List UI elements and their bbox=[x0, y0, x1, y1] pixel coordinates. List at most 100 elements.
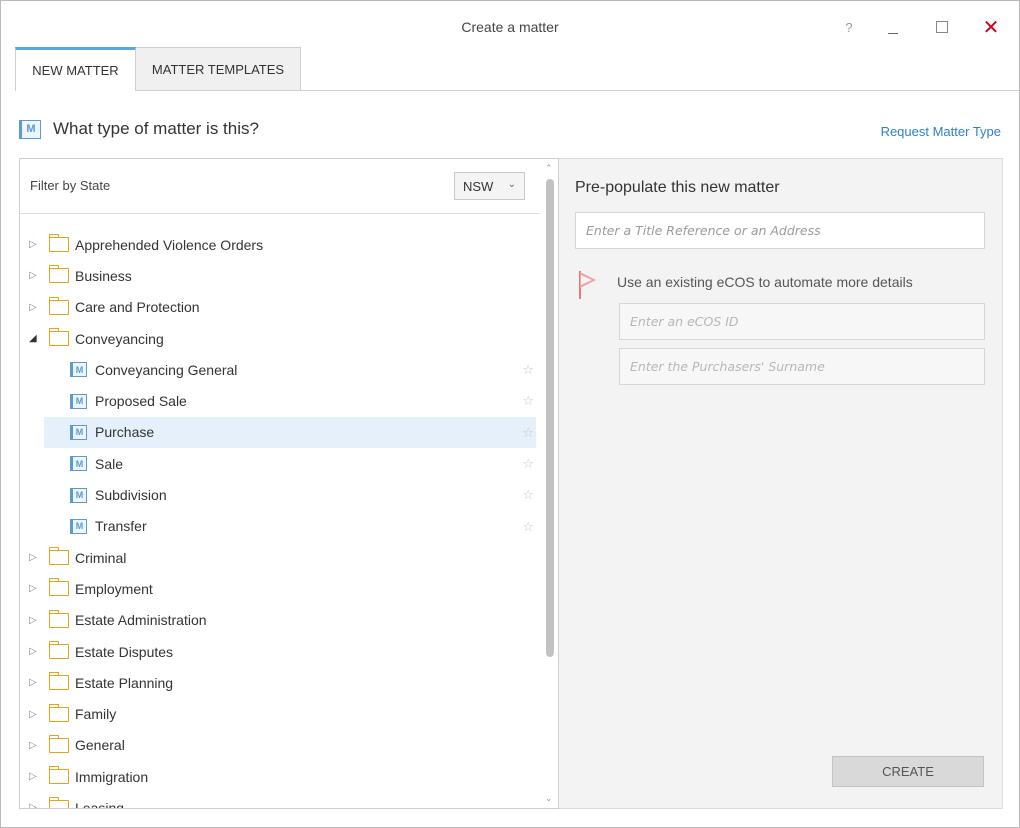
star-icon[interactable]: ☆ bbox=[522, 487, 534, 503]
tree-scrollbar[interactable]: ⌃ ⌄ bbox=[541, 159, 558, 808]
folder-icon bbox=[48, 578, 69, 597]
flag-icon bbox=[577, 271, 599, 299]
category-label: Criminal bbox=[75, 549, 127, 566]
matter-type-label: Conveyancing General bbox=[95, 361, 238, 378]
expand-arrow-icon[interactable]: ▷ bbox=[29, 646, 41, 657]
purchaser-surname-input[interactable]: Enter the Purchasers' Surname bbox=[619, 348, 985, 385]
folder-icon bbox=[48, 672, 69, 691]
folder-icon bbox=[48, 797, 69, 808]
matter-type-panel: Filter by State NSW ⌄ ▷ Apprehended Viol… bbox=[19, 158, 559, 809]
filter-row: Filter by State NSW ⌄ bbox=[20, 159, 540, 214]
tree-category[interactable]: ▷ Apprehended Violence Orders bbox=[20, 229, 540, 260]
expand-arrow-icon[interactable]: ▷ bbox=[29, 302, 41, 313]
matter-icon: M bbox=[70, 518, 87, 534]
window-title: Create a matter bbox=[461, 19, 559, 35]
matter-type-label: Transfer bbox=[95, 518, 147, 535]
category-label: Estate Planning bbox=[75, 674, 174, 691]
folder-icon bbox=[48, 547, 69, 566]
folder-icon bbox=[48, 234, 69, 253]
tree-category[interactable]: ▷ Estate Disputes bbox=[20, 636, 540, 667]
matter-type-label: Purchase bbox=[95, 424, 155, 441]
matter-type-heading: M What type of matter is this? bbox=[19, 119, 259, 139]
scroll-down-icon[interactable]: ⌄ bbox=[545, 793, 553, 804]
star-icon[interactable]: ☆ bbox=[522, 393, 534, 409]
star-icon[interactable]: ☆ bbox=[522, 519, 534, 535]
category-label: Business bbox=[75, 267, 132, 284]
folder-icon bbox=[48, 734, 69, 753]
scroll-up-icon[interactable]: ⌃ bbox=[545, 163, 553, 174]
star-icon[interactable]: ☆ bbox=[522, 456, 534, 472]
tree-category[interactable]: ▷ Immigration bbox=[20, 761, 540, 792]
star-icon[interactable]: ☆ bbox=[522, 362, 534, 378]
tree-category[interactable]: ▷ Care and Protection bbox=[20, 292, 540, 323]
page-title: What type of matter is this? bbox=[53, 119, 259, 138]
folder-icon bbox=[48, 703, 69, 722]
tree-matter-type[interactable]: M Sale ☆ bbox=[20, 448, 540, 479]
tree-category[interactable]: ▷ Family bbox=[20, 698, 540, 729]
expand-arrow-icon[interactable]: ▷ bbox=[29, 270, 41, 281]
tree-category[interactable]: ▷ General bbox=[20, 730, 540, 761]
matter-icon: M bbox=[70, 424, 87, 440]
state-dropdown[interactable]: NSW ⌄ bbox=[454, 172, 525, 200]
star-icon[interactable]: ☆ bbox=[522, 425, 534, 441]
matter-icon: M bbox=[70, 456, 87, 472]
category-label: Apprehended Violence Orders bbox=[75, 236, 264, 253]
tree-category[interactable]: ▷ Leasing bbox=[20, 792, 540, 808]
ecos-label: Use an existing eCOS to automate more de… bbox=[617, 274, 913, 290]
ecos-id-input[interactable]: Enter an eCOS ID bbox=[619, 303, 985, 340]
matter-icon: M bbox=[19, 119, 41, 139]
tab-new-matter[interactable]: NEW MATTER bbox=[15, 47, 136, 91]
state-value: NSW bbox=[463, 178, 494, 194]
folder-icon bbox=[48, 328, 69, 347]
folder-icon bbox=[48, 296, 69, 315]
matter-type-label: Sale bbox=[95, 455, 124, 472]
tree-category[interactable]: ▷ Business bbox=[20, 260, 540, 291]
prepopulate-panel: Pre-populate this new matter Enter a Tit… bbox=[559, 158, 1003, 809]
category-label: General bbox=[75, 737, 125, 754]
title-reference-input[interactable]: Enter a Title Reference or an Address bbox=[575, 212, 985, 249]
tree-category[interactable]: ▷ Estate Planning bbox=[20, 667, 540, 698]
tree-category-expanded[interactable]: ◢ Conveyancing bbox=[20, 323, 540, 354]
expand-arrow-icon[interactable]: ▷ bbox=[29, 239, 41, 250]
maximize-icon[interactable] bbox=[930, 15, 954, 39]
tab-bar: NEW MATTER MATTER TEMPLATES bbox=[15, 47, 301, 91]
tree-category[interactable]: ▷ Criminal bbox=[20, 542, 540, 573]
matter-icon: M bbox=[70, 393, 87, 409]
expand-arrow-icon[interactable]: ▷ bbox=[29, 740, 41, 751]
matter-type-label: Proposed Sale bbox=[95, 393, 187, 410]
tree-category[interactable]: ▷ Estate Administration bbox=[20, 605, 540, 636]
create-button[interactable]: CREATE bbox=[832, 756, 984, 787]
title-bar: Create a matter ? ✕ bbox=[1, 1, 1019, 45]
close-icon[interactable]: ✕ bbox=[979, 15, 1003, 39]
matter-icon: M bbox=[70, 487, 87, 503]
collapse-arrow-icon[interactable]: ◢ bbox=[29, 333, 41, 344]
tree-matter-type[interactable]: M Conveyancing General ☆ bbox=[20, 354, 540, 385]
help-icon[interactable]: ? bbox=[837, 15, 861, 39]
tree-matter-type-selected[interactable]: M Purchase ☆ bbox=[44, 416, 536, 449]
create-matter-window: Create a matter ? ✕ NEW MATTER MATTER TE… bbox=[0, 0, 1020, 828]
expand-arrow-icon[interactable]: ▷ bbox=[29, 677, 41, 688]
category-label: Care and Protection bbox=[75, 299, 200, 316]
request-matter-type-link[interactable]: Request Matter Type bbox=[881, 124, 1001, 139]
tab-matter-templates[interactable]: MATTER TEMPLATES bbox=[136, 47, 301, 91]
matter-type-label: Subdivision bbox=[95, 487, 167, 504]
matter-type-tree: ▷ Apprehended Violence Orders ▷ Business… bbox=[20, 229, 540, 808]
expand-arrow-icon[interactable]: ▷ bbox=[29, 709, 41, 720]
category-label: Estate Disputes bbox=[75, 643, 174, 660]
ecos-row: Use an existing eCOS to automate more de… bbox=[577, 271, 913, 299]
tree-matter-type[interactable]: M Transfer ☆ bbox=[20, 511, 540, 542]
folder-icon bbox=[48, 609, 69, 628]
tree-matter-type[interactable]: M Proposed Sale ☆ bbox=[20, 385, 540, 416]
expand-arrow-icon[interactable]: ▷ bbox=[29, 583, 41, 594]
expand-arrow-icon[interactable]: ▷ bbox=[29, 552, 41, 563]
matter-icon: M bbox=[70, 362, 87, 378]
tab-divider bbox=[136, 90, 1019, 91]
expand-arrow-icon[interactable]: ▷ bbox=[29, 615, 41, 626]
expand-arrow-icon[interactable]: ▷ bbox=[29, 802, 41, 808]
expand-arrow-icon[interactable]: ▷ bbox=[29, 771, 41, 782]
scrollbar-thumb[interactable] bbox=[546, 179, 554, 657]
minimize-icon[interactable] bbox=[881, 15, 905, 39]
category-label: Employment bbox=[75, 580, 153, 597]
tree-category[interactable]: ▷ Employment bbox=[20, 573, 540, 604]
tree-matter-type[interactable]: M Subdivision ☆ bbox=[20, 479, 540, 510]
